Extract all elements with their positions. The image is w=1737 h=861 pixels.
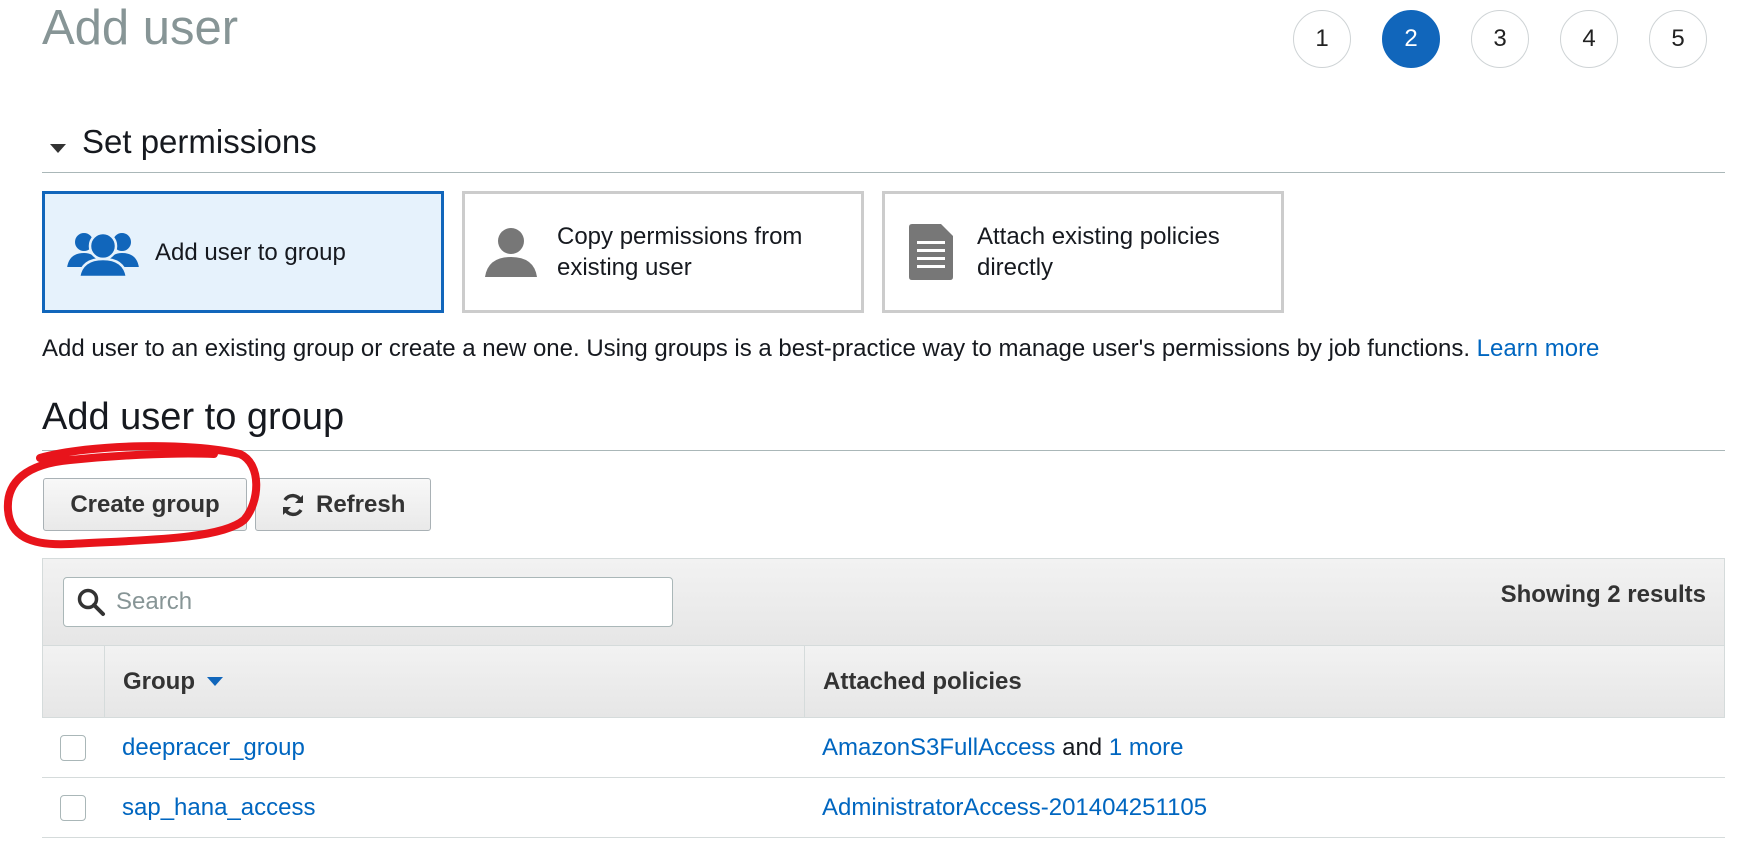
option-attach-policies-label: Attach existing policies directly xyxy=(977,223,1220,281)
select-column-header xyxy=(43,646,105,717)
policies-cell: AdministratorAccess-201404251105 xyxy=(804,794,1207,822)
permission-options: Add user to group Copy permissions from … xyxy=(42,191,1284,313)
refresh-label: Refresh xyxy=(316,490,406,518)
row-checkbox[interactable] xyxy=(60,794,86,821)
step-3[interactable]: 3 xyxy=(1471,10,1529,68)
set-permissions-header[interactable]: Set permissions xyxy=(42,120,1725,173)
option-add-to-group[interactable]: Add user to group xyxy=(42,191,444,313)
create-group-button[interactable]: Create group xyxy=(43,478,247,531)
table-row: sap_hana_access AdministratorAccess-2014… xyxy=(42,778,1725,838)
caret-down-icon xyxy=(50,144,66,153)
step-5[interactable]: 5 xyxy=(1649,10,1707,68)
policies-cell: AmazonS3FullAccess and 1 more xyxy=(804,734,1184,762)
search-icon xyxy=(77,588,105,616)
refresh-button[interactable]: Refresh xyxy=(255,478,431,531)
row-checkbox[interactable] xyxy=(60,734,86,761)
set-permissions-title: Set permissions xyxy=(82,123,317,160)
add-to-group-title: Add user to group xyxy=(42,396,345,438)
step-4[interactable]: 4 xyxy=(1560,10,1618,68)
option-copy-permissions-label: Copy permissions from existing user xyxy=(557,223,803,281)
group-link[interactable]: sap_hana_access xyxy=(122,794,315,821)
groups-table: Showing 2 results Group Attached policie… xyxy=(42,558,1725,838)
add-to-group-header: Add user to group xyxy=(42,392,1725,451)
results-count: Showing 2 results xyxy=(1500,581,1706,608)
search-box[interactable] xyxy=(63,577,673,627)
table-header: Group Attached policies xyxy=(42,646,1725,718)
policy-link[interactable]: AmazonS3FullAccess xyxy=(822,734,1055,761)
sort-desc-icon xyxy=(207,677,223,686)
policy-joiner: and xyxy=(1062,733,1103,761)
permissions-description: Add user to an existing group or create … xyxy=(42,335,1600,362)
more-policies-link[interactable]: 1 more xyxy=(1109,734,1184,761)
step-2[interactable]: 2 xyxy=(1382,10,1440,68)
table-toolbar: Showing 2 results xyxy=(42,558,1725,646)
option-add-to-group-label: Add user to group xyxy=(155,238,346,266)
column-header-group[interactable]: Group xyxy=(105,646,805,717)
page-title: Add user xyxy=(42,1,239,55)
policy-link[interactable]: AdministratorAccess-201404251105 xyxy=(822,794,1207,821)
step-1[interactable]: 1 xyxy=(1293,10,1351,68)
search-input[interactable] xyxy=(114,587,638,617)
option-copy-permissions[interactable]: Copy permissions from existing user xyxy=(462,191,864,313)
option-attach-policies[interactable]: Attach existing policies directly xyxy=(882,191,1284,313)
column-header-policies: Attached policies xyxy=(823,667,1022,695)
group-link[interactable]: deepracer_group xyxy=(122,734,305,761)
user-icon xyxy=(465,227,557,277)
table-row: deepracer_group AmazonS3FullAccess and 1… xyxy=(42,718,1725,778)
users-group-icon xyxy=(45,226,155,278)
wizard-steps: 1 2 3 4 5 xyxy=(1293,10,1707,68)
refresh-icon xyxy=(283,493,303,516)
document-icon xyxy=(885,223,977,281)
learn-more-link[interactable]: Learn more xyxy=(1477,335,1600,362)
